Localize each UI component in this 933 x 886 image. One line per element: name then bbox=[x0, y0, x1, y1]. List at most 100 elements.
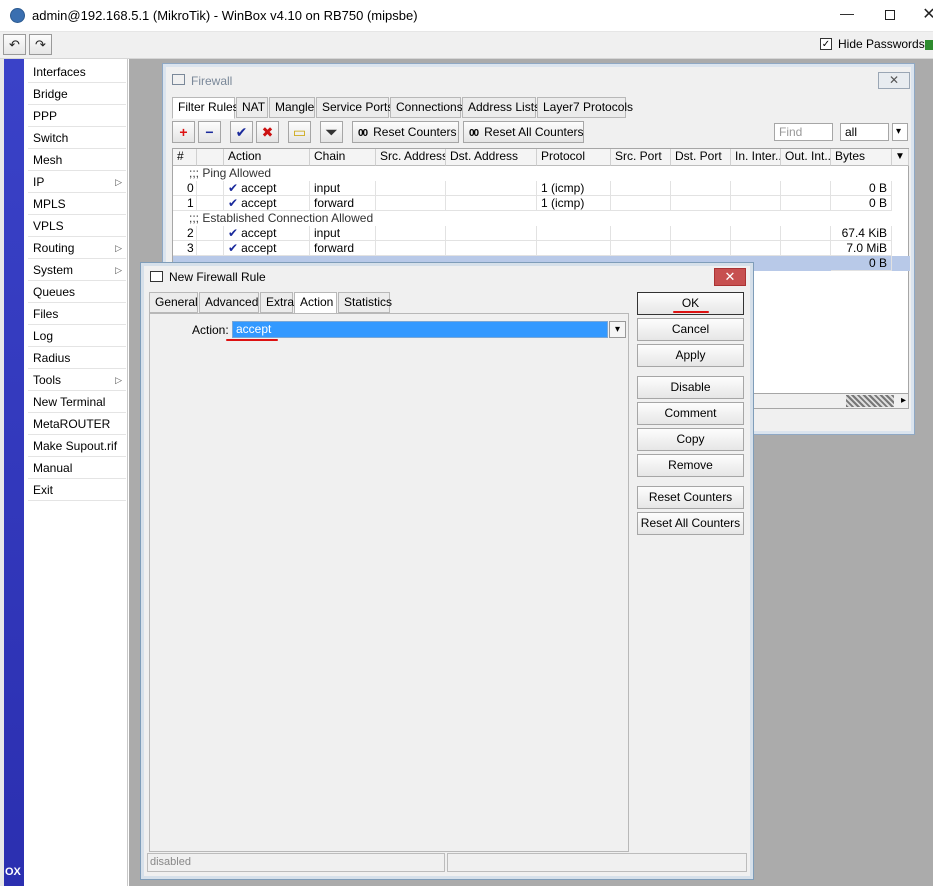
cell-action: ✔ accept bbox=[224, 196, 310, 211]
scroll-right-arrow-icon[interactable]: ▸ bbox=[901, 394, 906, 408]
dialog-close-button[interactable]: ✕ bbox=[714, 268, 746, 286]
col-header-num[interactable]: # bbox=[173, 149, 197, 166]
remove-button[interactable]: Remove bbox=[637, 454, 744, 477]
sidebar-item-mpls[interactable]: MPLS bbox=[28, 194, 126, 215]
sidebar-item-exit[interactable]: Exit bbox=[28, 480, 126, 501]
remove-rule-button[interactable]: − bbox=[198, 121, 221, 143]
cell-src-port bbox=[611, 181, 671, 196]
cancel-button[interactable]: Cancel bbox=[637, 318, 744, 341]
tab-address-lists[interactable]: Address Lists bbox=[462, 97, 540, 118]
firewall-close-button[interactable]: ✕ bbox=[878, 72, 910, 89]
col-header-src-address[interactable]: Src. Address bbox=[376, 149, 446, 166]
vertical-brand-text: OX bbox=[5, 866, 21, 878]
status-panel bbox=[447, 853, 747, 872]
filter-dropdown-arrow-icon[interactable]: ▾ bbox=[892, 123, 908, 141]
apply-button[interactable]: Apply bbox=[637, 344, 744, 367]
sidebar-item-tools[interactable]: Tools ▷ bbox=[28, 370, 126, 391]
maximize-button[interactable] bbox=[881, 6, 899, 24]
col-header-chain[interactable]: Chain bbox=[310, 149, 376, 166]
sidebar-item-radius[interactable]: Radius bbox=[28, 348, 126, 369]
sidebar-item-files[interactable]: Files bbox=[28, 304, 126, 325]
sidebar-item-vpls[interactable]: VPLS bbox=[28, 216, 126, 237]
filter-icon: ⏷ bbox=[325, 124, 338, 140]
reset-all-counters-button[interactable]: 00 Reset All Counters bbox=[463, 121, 584, 143]
tab-action[interactable]: Action bbox=[294, 292, 337, 314]
col-header-protocol[interactable]: Protocol bbox=[537, 149, 611, 166]
sidebar-item-label: System bbox=[33, 263, 74, 277]
tab-layer7-protocols[interactable]: Layer7 Protocols bbox=[537, 97, 633, 118]
col-header-dst-port[interactable]: Dst. Port bbox=[671, 149, 731, 166]
sidebar-item-switch[interactable]: Switch bbox=[28, 128, 126, 149]
col-header-bytes[interactable]: Bytes bbox=[831, 149, 892, 166]
col-header-action[interactable]: Action bbox=[224, 149, 310, 166]
reset-counters-button[interactable]: 00 Reset Counters bbox=[352, 121, 459, 143]
add-rule-button[interactable]: + bbox=[172, 121, 195, 143]
close-button[interactable]: ✕ bbox=[920, 6, 933, 24]
sidebar-item-manual[interactable]: Manual bbox=[28, 458, 126, 479]
table-row[interactable]: 2 ✔ accept input 67.4 KiB bbox=[173, 226, 910, 241]
redo-button[interactable]: ↷ bbox=[29, 34, 52, 55]
action-tab-panel: Action: accept ▾ bbox=[149, 313, 629, 852]
tab-connections[interactable]: Connections bbox=[390, 97, 463, 118]
action-select[interactable]: accept bbox=[232, 321, 608, 338]
undo-button[interactable]: ↶ bbox=[3, 34, 26, 55]
col-header-src-port[interactable]: Src. Port bbox=[611, 149, 671, 166]
sidebar-item-mesh[interactable]: Mesh bbox=[28, 150, 126, 171]
hide-passwords-checkbox[interactable]: ✓ bbox=[820, 38, 832, 50]
winbox-app-icon bbox=[10, 8, 25, 23]
sidebar-item-bridge[interactable]: Bridge bbox=[28, 84, 126, 105]
dialog-statusbar: disabled bbox=[147, 853, 747, 873]
comment-button[interactable]: Comment bbox=[637, 402, 744, 425]
disable-rule-button[interactable]: ✖ bbox=[256, 121, 279, 143]
minimize-button[interactable]: — bbox=[838, 4, 856, 22]
column-menu-icon[interactable]: ▼ bbox=[892, 149, 909, 166]
cell-src-address bbox=[376, 196, 446, 211]
reset-counters-button[interactable]: Reset Counters bbox=[637, 486, 744, 509]
scrollbar-thumb[interactable] bbox=[846, 395, 894, 407]
reset-all-counters-button[interactable]: Reset All Counters bbox=[637, 512, 744, 535]
comment-button[interactable]: ▭ bbox=[288, 121, 311, 143]
sidebar-item-system[interactable]: System ▷ bbox=[28, 260, 126, 281]
tab-nat[interactable]: NAT bbox=[236, 97, 268, 118]
sidebar-item-queues[interactable]: Queues bbox=[28, 282, 126, 303]
table-row[interactable]: 1 ✔ accept forward 1 (icmp) 0 B bbox=[173, 196, 910, 211]
tab-statistics[interactable]: Statistics bbox=[338, 292, 392, 313]
tab-service-ports[interactable]: Service Ports bbox=[316, 97, 393, 118]
enable-rule-button[interactable]: ✔ bbox=[230, 121, 253, 143]
cell-flag bbox=[197, 181, 224, 196]
tab-mangle[interactable]: Mangle bbox=[269, 97, 315, 118]
status-text: disabled bbox=[147, 853, 445, 872]
sidebar-item-log[interactable]: Log bbox=[28, 326, 126, 347]
check-icon: ✔ bbox=[235, 124, 248, 140]
table-row[interactable]: 3 ✔ accept forward 7.0 MiB bbox=[173, 241, 910, 256]
submenu-arrow-icon: ▷ bbox=[115, 177, 122, 187]
col-header-in-interface[interactable]: In. Inter... bbox=[731, 149, 781, 166]
counter-icon: 00 bbox=[358, 128, 368, 139]
disable-button[interactable]: Disable bbox=[637, 376, 744, 399]
sidebar-item-metarouter[interactable]: MetaROUTER bbox=[28, 414, 126, 435]
tab-filter-rules[interactable]: Filter Rules bbox=[172, 97, 239, 119]
tab-general[interactable]: General bbox=[149, 292, 198, 313]
action-dropdown-arrow-icon[interactable]: ▾ bbox=[609, 321, 626, 338]
sidebar-item-ip[interactable]: IP ▷ bbox=[28, 172, 126, 193]
table-row-comment[interactable]: ;;; Ping Allowed bbox=[173, 166, 910, 181]
table-row[interactable]: 0 ✔ accept input 1 (icmp) 0 B bbox=[173, 181, 910, 196]
filter-button[interactable]: ⏷ bbox=[320, 121, 343, 143]
tab-advanced[interactable]: Advanced bbox=[199, 292, 259, 313]
annotation-underline-action bbox=[226, 339, 278, 341]
tab-extra[interactable]: Extra bbox=[260, 292, 294, 313]
sidebar-item-new-terminal[interactable]: New Terminal bbox=[28, 392, 126, 413]
cell-in-interface bbox=[731, 241, 781, 256]
find-input[interactable]: Find bbox=[774, 123, 833, 141]
filter-select[interactable]: all bbox=[840, 123, 889, 141]
col-header-out-interface[interactable]: Out. Int... bbox=[781, 149, 831, 166]
cell-in-interface bbox=[731, 226, 781, 241]
sidebar-item-ppp[interactable]: PPP bbox=[28, 106, 126, 127]
table-row-comment[interactable]: ;;; Established Connection Allowed bbox=[173, 211, 910, 226]
copy-button[interactable]: Copy bbox=[637, 428, 744, 451]
col-header-flag[interactable] bbox=[197, 149, 224, 166]
sidebar-item-make-supout[interactable]: Make Supout.rif bbox=[28, 436, 126, 457]
sidebar-item-routing[interactable]: Routing ▷ bbox=[28, 238, 126, 259]
col-header-dst-address[interactable]: Dst. Address bbox=[446, 149, 537, 166]
sidebar-item-interfaces[interactable]: Interfaces bbox=[28, 62, 126, 83]
